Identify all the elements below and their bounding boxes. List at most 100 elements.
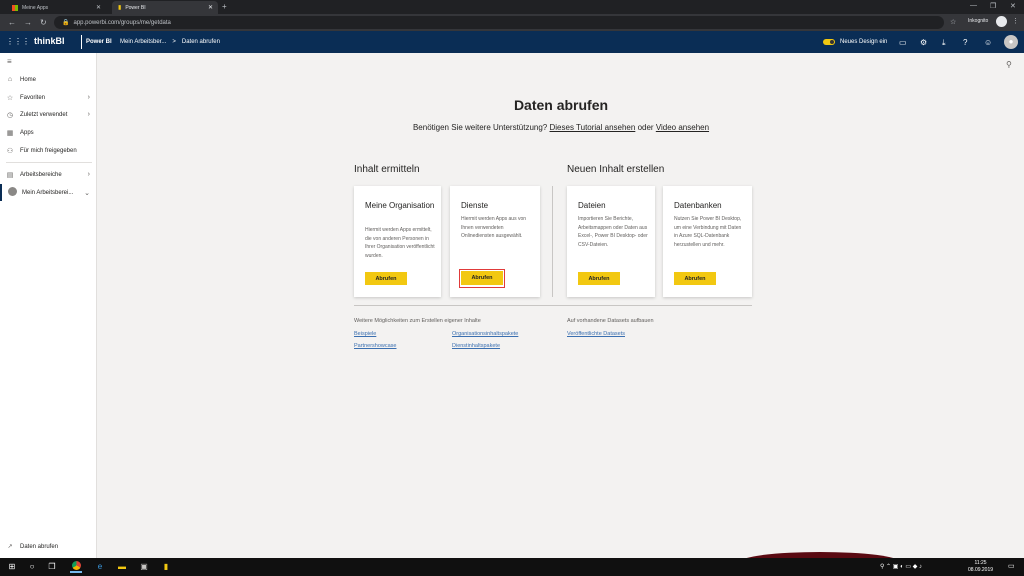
forward-arrow-icon[interactable]: → <box>24 18 32 27</box>
help-icon[interactable]: ? <box>963 38 967 47</box>
home-icon: ⌂ <box>7 76 13 83</box>
subtitle-or: oder <box>637 123 654 132</box>
microsoft-logo-icon <box>12 4 18 11</box>
sidebar-item-home[interactable]: ⌂ Home <box>0 71 97 88</box>
workspaces-icon: ▤ <box>6 171 14 179</box>
chevron-down-icon[interactable]: ⌄ <box>84 189 90 197</box>
reload-icon[interactable]: ↻ <box>40 18 47 27</box>
app-launcher-icon[interactable]: ⋮⋮⋮ <box>6 37 30 46</box>
get-data-label: Daten abrufen <box>20 543 59 550</box>
minimize-icon[interactable]: — <box>970 2 977 9</box>
product-name[interactable]: Power BI <box>81 35 112 49</box>
share-icon: ⚇ <box>6 147 14 155</box>
chrome-icon[interactable] <box>70 561 82 573</box>
sidebar-divider <box>6 162 92 163</box>
browser-tab-bar: Meine Apps ✕ ▮ Power BI ✕ + — ❐ ✕ <box>0 0 1024 14</box>
tab-power-bi[interactable]: ▮ Power BI ✕ <box>112 1 218 14</box>
edge-icon[interactable]: e <box>94 561 106 573</box>
published-datasets-link[interactable]: Veröffentlichte Datasets <box>567 331 625 337</box>
page-subtitle: Benötigen Sie weitere Unterstützung? Die… <box>0 123 1024 132</box>
new-design-label: Neues Design ein <box>840 39 888 45</box>
new-design-toggle[interactable] <box>823 39 835 45</box>
file-explorer-icon[interactable]: ▬ <box>116 561 128 573</box>
card-description: Hiermit werden Apps ermittelt, die von a… <box>365 227 435 259</box>
tab-label: Meine Apps <box>22 4 49 11</box>
system-tray-icons[interactable]: ⚲ ⌃ ▣ ◐ ▭ ◆ ♪ <box>880 563 922 570</box>
databases-get-button[interactable]: Abrufen <box>674 272 716 285</box>
feedback-smiley-icon[interactable]: ☺ <box>984 38 992 47</box>
tutorial-link[interactable]: Dieses Tutorial ansehen <box>550 123 636 132</box>
power-bi-logo-icon: ▮ <box>118 5 122 11</box>
app-header: ⋮⋮⋮ thinkBI Power BI Mein Arbeitsber... … <box>0 31 1024 53</box>
app-icon[interactable]: ▣ <box>138 561 150 573</box>
browser-menu-icon[interactable]: ⋮ <box>1012 17 1019 25</box>
card-description: Nutzen Sie Power BI Desktop, um eine Ver… <box>674 216 742 248</box>
more-options-heading: Weitere Möglichkeiten zum Erstellen eige… <box>354 318 481 324</box>
card-title: Datenbanken <box>674 201 722 210</box>
sidebar-item-label: Mein Arbeitsberei... <box>22 189 74 196</box>
power-bi-taskbar-icon[interactable]: ▮ <box>160 561 172 573</box>
horizontal-divider <box>354 305 752 306</box>
chevron-right-icon[interactable]: › <box>88 171 90 178</box>
section-divider <box>552 186 553 297</box>
search-icon[interactable]: ⚲ <box>1006 60 1012 69</box>
page-title: Daten abrufen <box>513 97 609 113</box>
sidebar-item-my-workspace[interactable]: Mein Arbeitsberei... ⌄ <box>0 184 97 201</box>
taskbar-clock[interactable]: 11:25 08.09.2019 <box>968 560 993 574</box>
browser-toolbar: ← → ↻ 🔒 app.powerbi.com/groups/me/getdat… <box>0 14 1024 31</box>
files-get-button[interactable]: Abrufen <box>578 272 620 285</box>
incognito-label[interactable]: Inkognito <box>968 18 988 24</box>
samples-link[interactable]: Beispiele <box>354 331 376 337</box>
discover-heading: Inhalt ermitteln <box>354 164 420 175</box>
partner-showcase-link[interactable]: Partnershowcase <box>354 343 397 349</box>
card-description: Importieren Sie Berichte, Arbeitsmappen … <box>578 216 648 248</box>
close-tab-icon[interactable]: ✕ <box>208 4 213 11</box>
card-description: Hiermit werden Apps aus von Ihnen verwen… <box>461 216 527 239</box>
search-circle-icon[interactable]: ○ <box>26 561 38 573</box>
card-title: Dateien <box>578 201 606 210</box>
tab-meine-apps[interactable]: Meine Apps ✕ <box>6 1 106 14</box>
video-link[interactable]: Video ansehen <box>656 123 709 132</box>
create-heading: Neuen Inhalt erstellen <box>567 164 665 175</box>
bookmark-star-icon[interactable]: ☆ <box>950 18 956 26</box>
datasets-heading: Auf vorhandene Datasets aufbauen <box>567 318 654 324</box>
gear-icon[interactable]: ⚙ <box>920 38 927 47</box>
organization-get-button[interactable]: Abrufen <box>365 272 407 285</box>
comment-icon[interactable]: ▭ <box>899 38 907 47</box>
hamburger-icon[interactable]: ≡ <box>7 57 12 66</box>
window-close-icon[interactable]: ✕ <box>1010 2 1016 10</box>
services-get-button[interactable]: Abrufen <box>461 271 503 285</box>
breadcrumb-separator: > <box>172 39 176 45</box>
windows-taskbar: ⊞ ○ ❐ e ▬ ▣ ▮ ⚲ ⌃ ▣ ◐ ▭ ◆ ♪ 11:25 08.09.… <box>0 558 1024 576</box>
user-avatar[interactable]: ● <box>1004 35 1018 49</box>
breadcrumb: Mein Arbeitsber... > Daten abrufen <box>120 39 220 45</box>
tab-label: Power BI <box>125 4 146 11</box>
service-content-packs-link[interactable]: Dienstinhaltspakete <box>452 343 500 349</box>
brand-name[interactable]: thinkBI <box>34 36 65 46</box>
incognito-avatar-icon[interactable] <box>996 16 1007 27</box>
sidebar-item-label: Home <box>20 76 37 83</box>
card-title: Meine Organisation <box>365 201 435 210</box>
breadcrumb-current: Daten abrufen <box>181 39 220 45</box>
close-tab-icon[interactable]: ✕ <box>96 4 101 11</box>
sidebar-item-workspaces[interactable]: ▤ Arbeitsbereiche › <box>0 166 97 183</box>
sidebar-item-shared[interactable]: ⚇ Für mich freigegeben <box>0 142 97 159</box>
download-icon[interactable]: ⤓ <box>942 38 946 48</box>
new-tab-button[interactable]: + <box>222 2 227 11</box>
windows-start-icon[interactable]: ⊞ <box>6 561 18 573</box>
breadcrumb-workspace[interactable]: Mein Arbeitsber... <box>120 39 166 45</box>
notification-icon[interactable]: ▭ <box>1008 562 1015 570</box>
sidebar-item-label: Für mich freigegeben <box>20 147 77 154</box>
sidebar-get-data[interactable]: ↗ Daten abrufen <box>0 543 97 551</box>
subtitle-text: Benötigen Sie weitere Unterstützung? <box>412 123 548 132</box>
org-content-packs-link[interactable]: Organisationsinhaltspakete <box>452 331 518 337</box>
address-input[interactable]: 🔒 app.powerbi.com/groups/me/getdata <box>54 16 944 29</box>
sidebar-item-label: Arbeitsbereiche <box>20 171 62 178</box>
card-title: Dienste <box>461 201 489 210</box>
task-view-icon[interactable]: ❐ <box>46 561 58 573</box>
maximize-icon[interactable]: ❐ <box>990 2 996 10</box>
workspace-icon <box>2 187 22 198</box>
arrow-up-left-icon: ↗ <box>7 544 13 550</box>
back-arrow-icon[interactable]: ← <box>8 18 16 27</box>
clock-time: 11:25 <box>974 560 987 566</box>
